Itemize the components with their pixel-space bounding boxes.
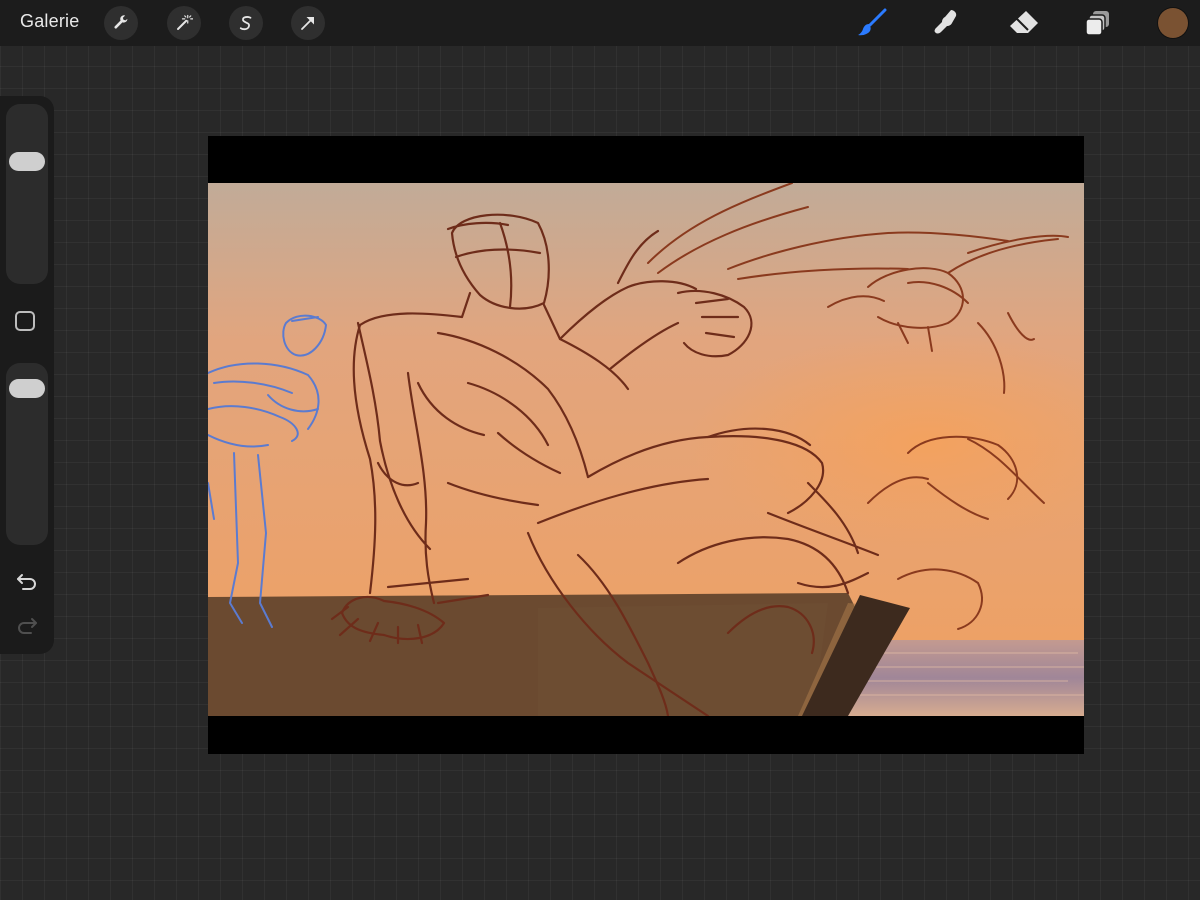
undo-icon bbox=[17, 574, 36, 590]
left-sidebar bbox=[0, 96, 54, 654]
opacity-slider[interactable] bbox=[6, 363, 48, 545]
opacity-thumb[interactable] bbox=[9, 379, 45, 398]
brush-tool-button[interactable] bbox=[854, 6, 890, 40]
brush-icon bbox=[858, 8, 887, 36]
brush-size-thumb[interactable] bbox=[9, 152, 45, 171]
selection-s-icon bbox=[239, 16, 252, 31]
layers-button[interactable] bbox=[1080, 6, 1116, 40]
color-picker-swatch[interactable] bbox=[1158, 8, 1188, 38]
adjustments-button[interactable] bbox=[167, 6, 201, 40]
smudge-tool-button[interactable] bbox=[928, 6, 964, 40]
artwork-image bbox=[208, 183, 1084, 716]
magic-wand-icon bbox=[177, 14, 193, 30]
transform-button[interactable] bbox=[291, 6, 325, 40]
wrench-icon bbox=[114, 15, 128, 29]
arrow-cursor-icon bbox=[301, 17, 314, 30]
smudge-finger-icon bbox=[934, 10, 957, 34]
eraser-tool-button[interactable] bbox=[1006, 6, 1042, 40]
redo-button[interactable] bbox=[13, 614, 41, 638]
drawing-canvas[interactable] bbox=[208, 136, 1084, 754]
procreate-app: Galerie bbox=[0, 0, 1200, 900]
undo-button[interactable] bbox=[13, 570, 41, 594]
eraser-icon bbox=[1010, 11, 1038, 33]
brush-size-slider[interactable] bbox=[6, 104, 48, 284]
layers-icon bbox=[1085, 11, 1109, 36]
actions-button[interactable] bbox=[104, 6, 138, 40]
top-toolbar: Galerie bbox=[0, 0, 1200, 46]
gallery-button[interactable]: Galerie bbox=[20, 11, 79, 32]
modify-button[interactable] bbox=[15, 311, 35, 331]
selection-button[interactable] bbox=[229, 6, 263, 40]
redo-icon bbox=[18, 618, 37, 634]
